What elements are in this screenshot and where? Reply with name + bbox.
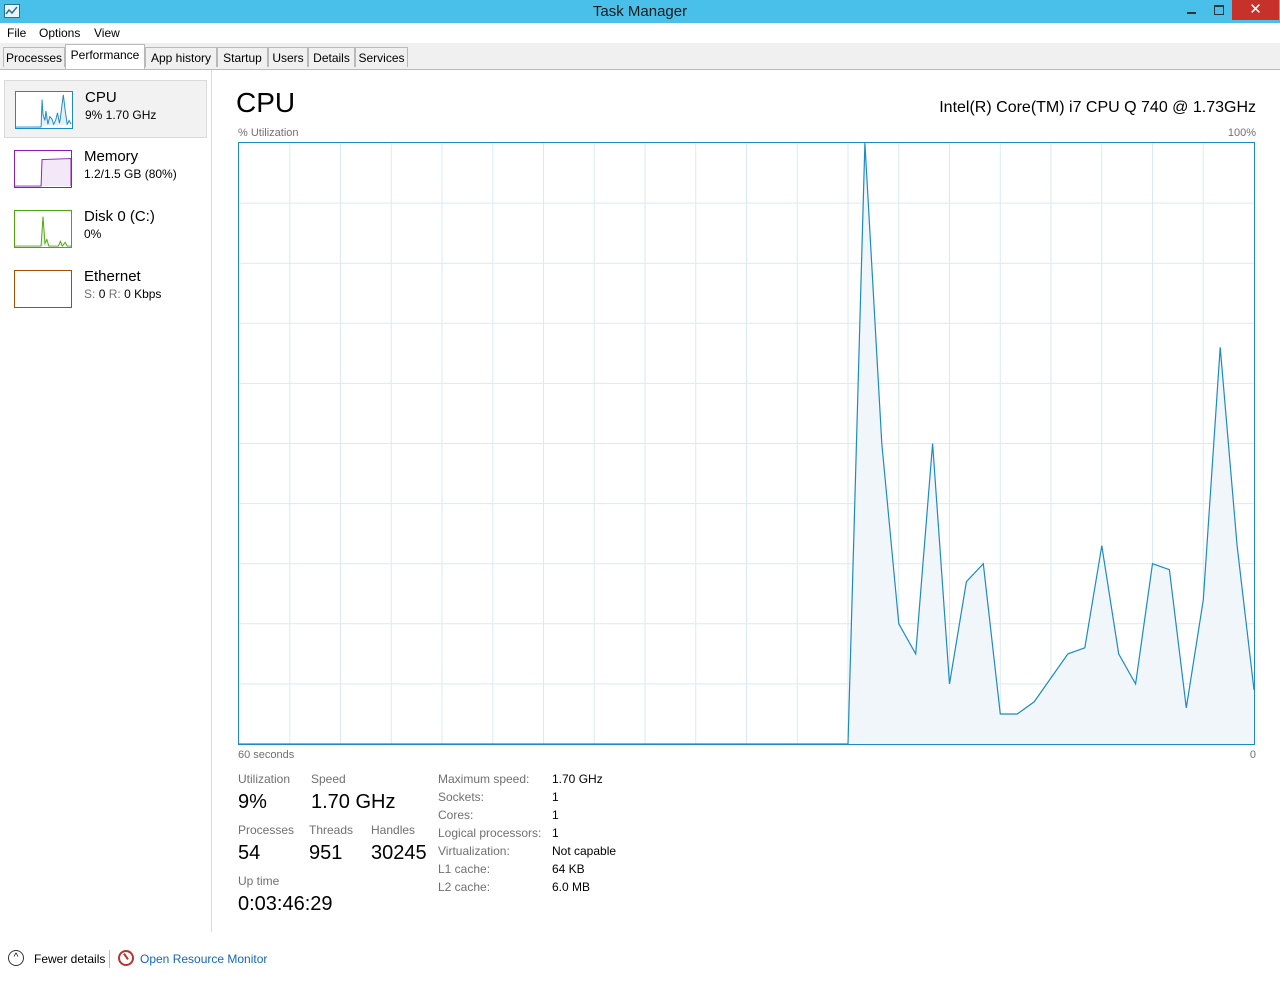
utilization-label: Utilization xyxy=(238,772,291,786)
resource-monitor-icon[interactable] xyxy=(118,950,134,966)
spec-value-cores: 1 xyxy=(552,808,559,822)
menu-options[interactable]: Options xyxy=(39,26,80,40)
minimize-icon xyxy=(1186,12,1196,14)
tab-details[interactable]: Details xyxy=(308,47,355,67)
spec-label-virtualization: Virtualization: xyxy=(438,844,510,858)
processes-value: 54 xyxy=(238,842,261,864)
cpu-model-name: Intel(R) Core(TM) i7 CPU Q 740 @ 1.73GHz xyxy=(939,99,1256,116)
spec-value-logical-processors: 1 xyxy=(552,826,559,840)
memory-thumbnail-graph xyxy=(14,150,72,188)
menu-file[interactable]: File xyxy=(7,26,26,40)
y-max-label: 100% xyxy=(1227,127,1256,139)
processes-label: Processes xyxy=(238,823,295,837)
sidebar-item-cpu[interactable]: CPU 9% 1.70 GHz xyxy=(4,80,207,138)
threads-label: Threads xyxy=(309,823,354,837)
sidebar-item-ethernet[interactable]: Ethernet S: 0 R: 0 Kbps xyxy=(4,260,207,318)
cpu-thumbnail-graph xyxy=(15,91,73,129)
restore-icon xyxy=(1213,5,1224,15)
tab-strip: Processes Performance App history Startu… xyxy=(0,43,1280,70)
uptime-label: Up time xyxy=(238,874,280,888)
window-title: Task Manager xyxy=(592,3,688,20)
page-title: CPU xyxy=(236,87,296,118)
tab-users[interactable]: Users xyxy=(268,47,308,67)
tab-startup[interactable]: Startup xyxy=(217,47,268,67)
spec-label-cores: Cores: xyxy=(438,808,474,822)
menu-view[interactable]: View xyxy=(94,26,120,40)
sidebar-memory-sub: 1.2/1.5 GB (80%) xyxy=(84,167,177,181)
resource-sidebar: CPU 9% 1.70 GHz Memory 1.2/1.5 GB (80%) … xyxy=(0,70,212,932)
sidebar-ethernet-title: Ethernet xyxy=(84,268,141,285)
spec-value-sockets: 1 xyxy=(552,790,559,804)
title-bar: Task Manager ✕ xyxy=(0,0,1280,23)
ethernet-send-label: S: xyxy=(84,287,96,301)
y-axis-label: % Utilization xyxy=(238,127,299,139)
ethernet-receive-label: R: xyxy=(108,287,121,301)
utilization-value: 9% xyxy=(238,791,267,813)
handles-label: Handles xyxy=(371,823,416,837)
sidebar-disk-sub: 0% xyxy=(84,227,102,241)
speed-value: 1.70 GHz xyxy=(311,791,396,813)
ethernet-receive-value: 0 Kbps xyxy=(124,287,162,301)
sidebar-disk-title: Disk 0 (C:) xyxy=(84,208,155,225)
speed-label: Speed xyxy=(311,772,346,786)
spec-label-max-speed: Maximum speed: xyxy=(438,772,530,786)
spec-value-l2-cache: 6.0 MB xyxy=(552,880,591,894)
ethernet-thumbnail-graph xyxy=(14,270,72,308)
cpu-utilization-graph xyxy=(238,142,1255,745)
spec-value-max-speed: 1.70 GHz xyxy=(552,772,603,786)
x-left-label: 60 seconds xyxy=(238,749,295,761)
disk-thumbnail-graph xyxy=(14,210,72,248)
tab-app-history[interactable]: App history xyxy=(145,47,217,67)
open-resource-monitor-link[interactable]: Open Resource Monitor xyxy=(140,952,267,966)
sidebar-item-memory[interactable]: Memory 1.2/1.5 GB (80%) xyxy=(4,140,207,198)
sidebar-cpu-title: CPU xyxy=(85,89,117,106)
uptime-value: 0:03:46:29 xyxy=(238,893,333,915)
minimize-button[interactable] xyxy=(1177,0,1205,20)
sidebar-ethernet-sub: S: 0 R: 0 Kbps xyxy=(84,287,161,301)
close-icon: ✕ xyxy=(1249,1,1262,18)
menu-bar: File Options View xyxy=(0,23,1280,43)
spec-label-logical-processors: Logical processors: xyxy=(438,826,542,840)
spec-value-l1-cache: 64 KB xyxy=(552,862,585,876)
sidebar-item-disk[interactable]: Disk 0 (C:) 0% xyxy=(4,200,207,258)
footer-bar: ^ Fewer details Open Resource Monitor xyxy=(0,932,1280,984)
sidebar-cpu-sub: 9% 1.70 GHz xyxy=(85,108,157,122)
spec-label-l2-cache: L2 cache: xyxy=(438,880,491,894)
handles-value: 30245 xyxy=(371,842,427,864)
chevron-up-icon[interactable]: ^ xyxy=(8,950,24,966)
spec-value-virtualization: Not capable xyxy=(552,844,617,858)
tab-processes[interactable]: Processes xyxy=(3,47,65,67)
tab-services[interactable]: Services xyxy=(355,47,408,67)
footer-separator xyxy=(109,950,110,968)
close-button[interactable]: ✕ xyxy=(1232,0,1279,20)
spec-label-sockets: Sockets: xyxy=(438,790,485,804)
tab-performance[interactable]: Performance xyxy=(65,44,145,69)
spec-label-l1-cache: L1 cache: xyxy=(438,862,491,876)
fewer-details-button[interactable]: Fewer details xyxy=(34,952,105,966)
ethernet-send-value: 0 xyxy=(98,287,106,301)
restore-button[interactable] xyxy=(1205,0,1232,20)
sidebar-memory-title: Memory xyxy=(84,148,139,165)
threads-value: 951 xyxy=(309,842,343,864)
x-right-label: 0 xyxy=(1249,749,1256,761)
